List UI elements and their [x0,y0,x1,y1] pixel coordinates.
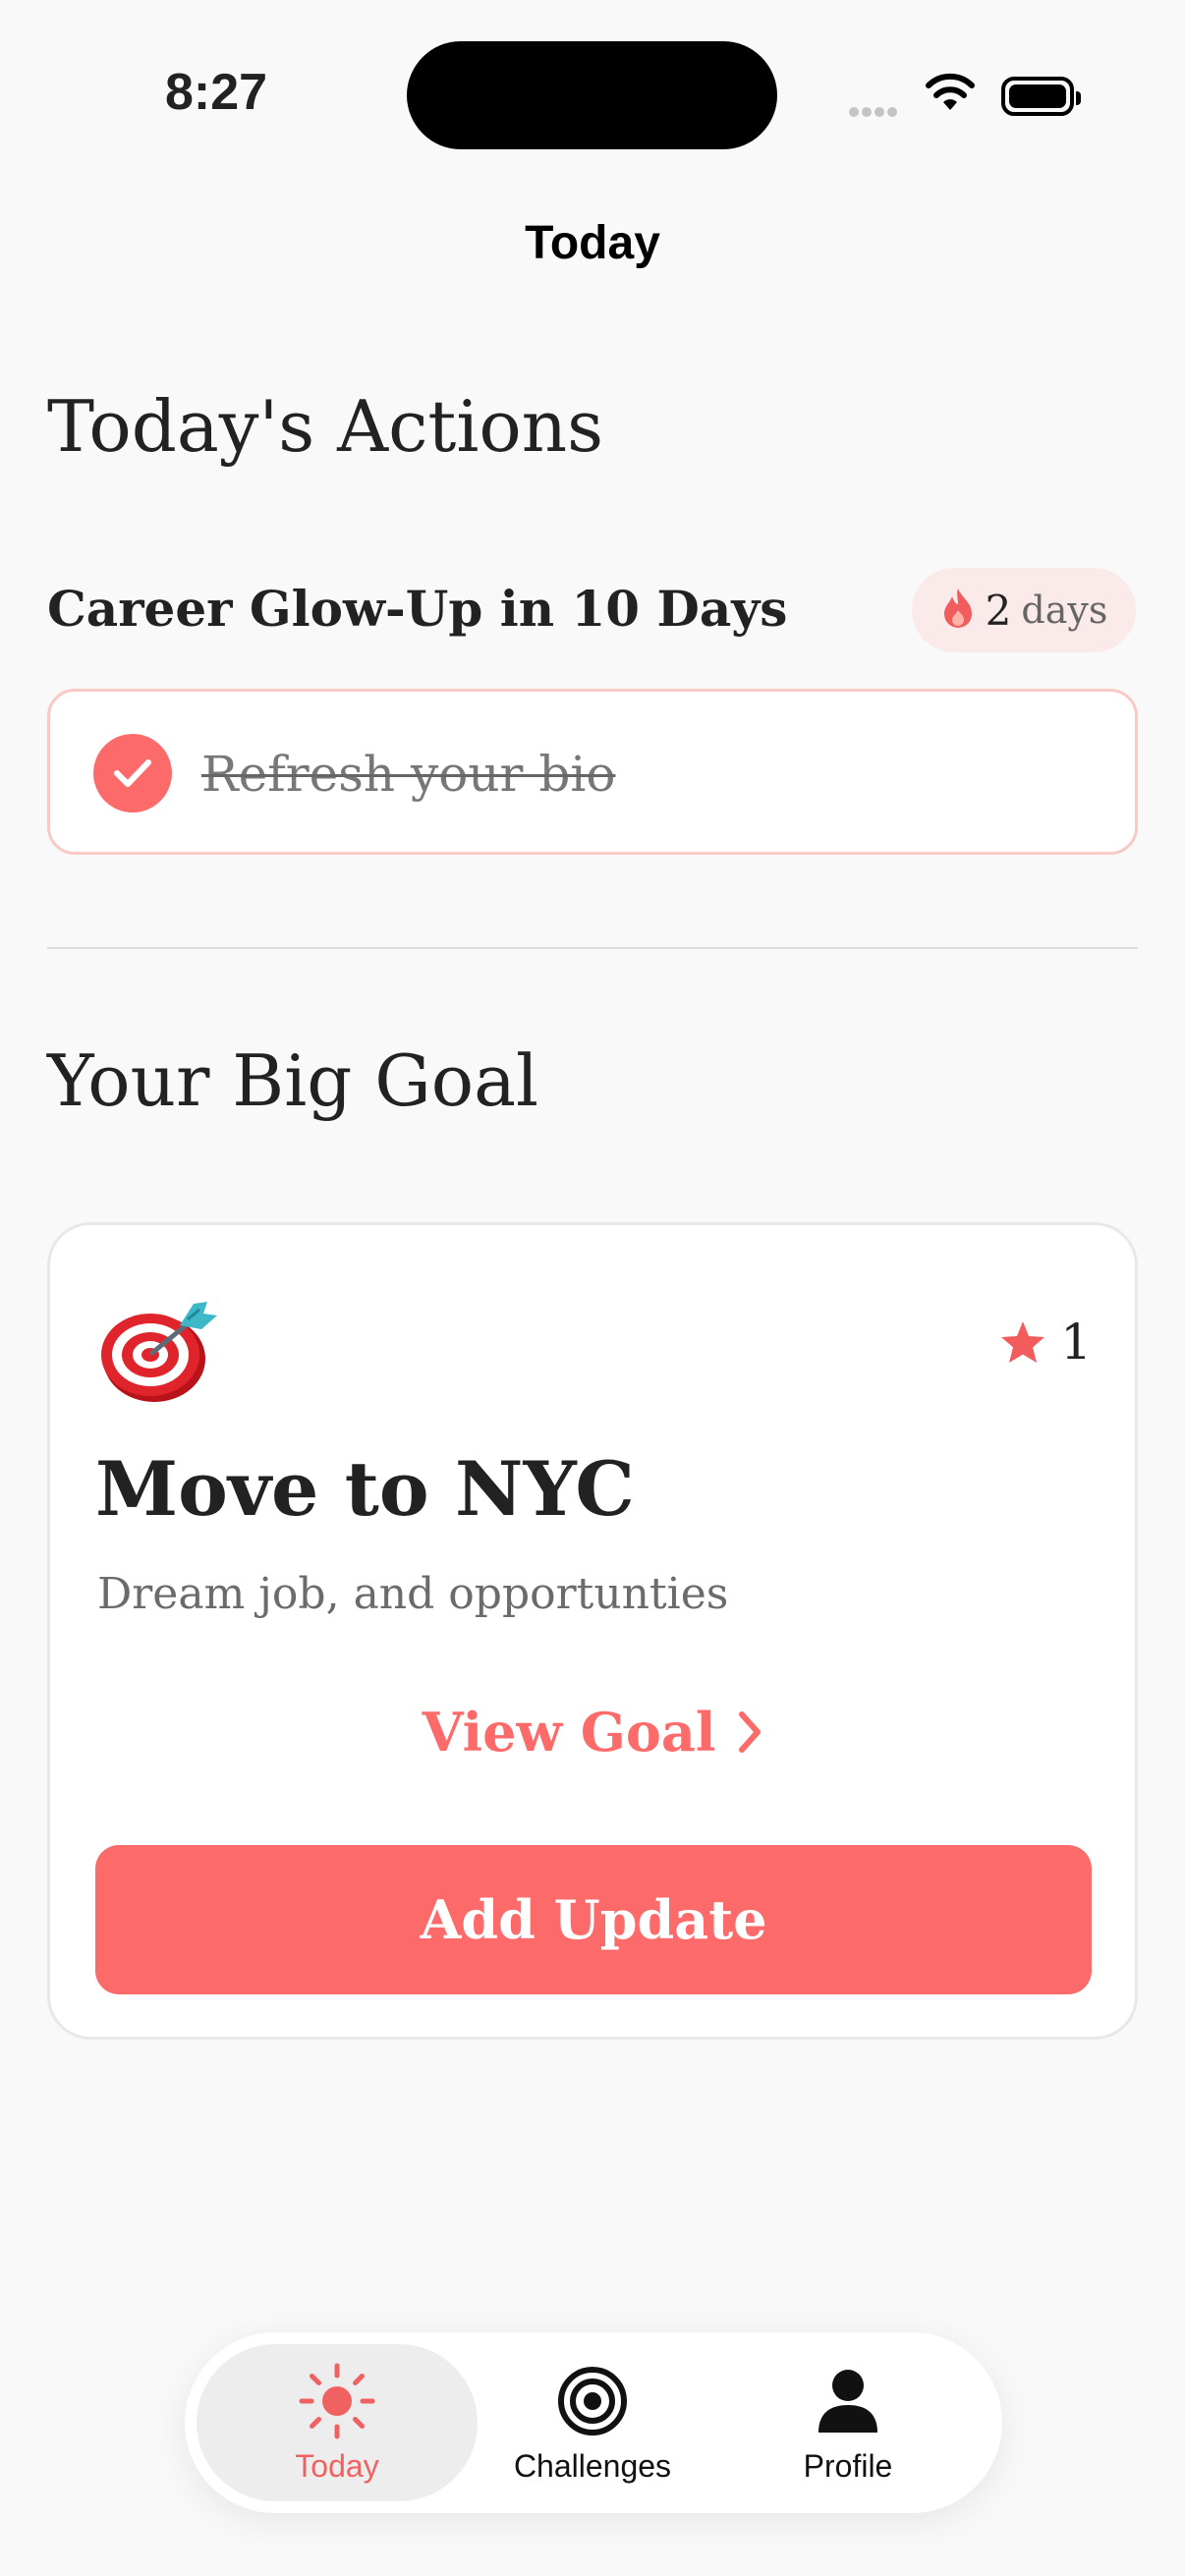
view-goal-link[interactable]: View Goal [50,1701,1135,1764]
tab-today-label: Today [295,2447,379,2484]
dynamic-island [407,41,777,149]
add-update-button[interactable]: Add Update [95,1845,1092,1994]
tab-profile[interactable]: Profile [720,2332,976,2513]
view-goal-label: View Goal [422,1701,716,1764]
goal-stars: 1 [999,1314,1092,1371]
checkmark-icon [114,759,151,787]
streak-unit: days [1021,588,1108,632]
status-time: 8:27 [165,64,268,121]
target-icon [558,2366,627,2436]
tab-challenges-label: Challenges [513,2447,672,2484]
chevron-right-icon [739,1711,762,1753]
section-divider [47,947,1138,949]
battery-icon [1001,77,1081,116]
tab-challenges[interactable]: Challenges [465,2332,720,2513]
person-icon [818,2369,877,2433]
big-goal-heading: Your Big Goal [47,1039,539,1122]
cellular-signal-icon [849,102,900,121]
wifi-icon [924,71,977,118]
streak-count: 2 [985,586,1012,635]
todays-actions-heading: Today's Actions [47,385,604,468]
goal-title: Move to NYC [95,1445,635,1533]
star-count: 1 [1060,1314,1092,1371]
streak-badge: 2 days [912,568,1136,652]
sun-icon [299,2363,375,2438]
task-item[interactable]: Refresh your bio [47,689,1138,855]
nav-title: Today [525,217,660,269]
task-label: Refresh your bio [201,746,616,803]
tab-bar: Today Challenges Profile [185,2332,1002,2513]
flame-icon [940,587,976,634]
tab-today[interactable]: Today [209,2332,465,2513]
star-icon [1001,1321,1045,1363]
task-checkbox-checked[interactable] [93,734,172,812]
goal-card: 1 Move to NYC Dream job, and opportuntie… [47,1222,1138,2040]
tab-profile-label: Profile [803,2447,893,2484]
dart-target-emoji [97,1296,221,1408]
goal-description: Dream job, and opportunties [97,1569,729,1619]
challenge-name: Career Glow-Up in 10 Days [47,580,788,638]
add-update-label: Add Update [420,1888,767,1951]
